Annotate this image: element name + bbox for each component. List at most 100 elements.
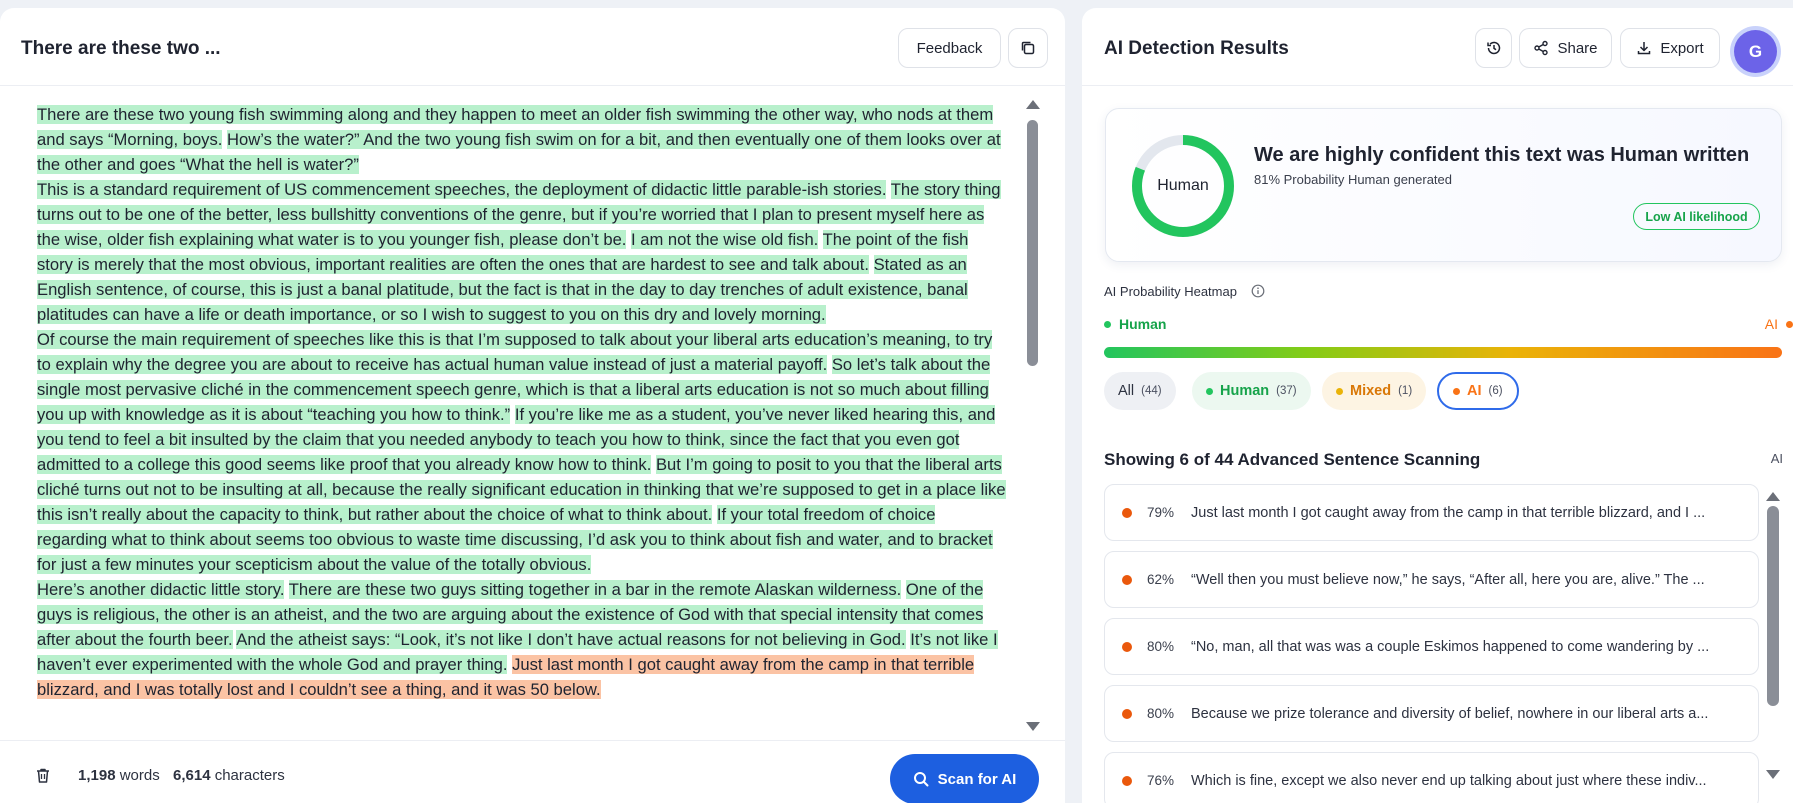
sentence-text: Just last month I got caught away from t… bbox=[1191, 504, 1706, 521]
filter-human-count: (37) bbox=[1276, 385, 1297, 397]
list-scroll-down-icon[interactable] bbox=[1766, 770, 1780, 779]
heatmap-bar bbox=[1104, 347, 1782, 358]
results-count-heading: Showing 6 of 44 Advanced Sentence Scanni… bbox=[1104, 450, 1481, 469]
word-count-value: 1,198 bbox=[78, 767, 116, 784]
sentence-text: Which is fine, except we also never end … bbox=[1191, 772, 1707, 789]
sentence-list: 79% Just last month I got caught away fr… bbox=[1104, 484, 1759, 803]
list-item[interactable]: 76% Which is fine, except we also never … bbox=[1104, 752, 1759, 803]
human-dot-icon bbox=[1206, 387, 1213, 395]
filter-ai-label: AI bbox=[1467, 383, 1482, 399]
confidence-card: Human We are highly confident this text … bbox=[1105, 108, 1782, 262]
heatmap-ai-label: AI bbox=[1764, 316, 1778, 332]
sentence-probability: 62% bbox=[1147, 572, 1175, 587]
heatmap-human-label: Human bbox=[1119, 316, 1167, 332]
filter-mixed-count: (1) bbox=[1398, 385, 1413, 397]
column-tag: AI bbox=[1770, 451, 1783, 466]
list-scroll-up-icon[interactable] bbox=[1766, 492, 1780, 501]
sentence-text: “Well then you must believe now,” he say… bbox=[1191, 571, 1705, 588]
word-count-label: words bbox=[119, 767, 160, 784]
export-button[interactable]: Export bbox=[1620, 28, 1720, 68]
heatmap-ai-legend: AI bbox=[1765, 316, 1793, 332]
human-sentence[interactable]: I am not the wise old fish. bbox=[631, 230, 819, 249]
delete-button[interactable] bbox=[35, 767, 51, 789]
character-count: 6,614 characters bbox=[173, 767, 285, 784]
ai-dot-icon bbox=[1122, 507, 1132, 518]
sentence-probability: 79% bbox=[1147, 505, 1175, 520]
copy-button[interactable] bbox=[1008, 28, 1048, 68]
human-sentence[interactable]: This is a standard requirement of US com… bbox=[37, 180, 887, 199]
trash-icon bbox=[37, 768, 49, 783]
word-count: 1,198 words bbox=[78, 767, 160, 784]
human-dot-icon bbox=[1104, 320, 1111, 328]
heatmap-title: AI Probability Heatmap bbox=[1104, 284, 1237, 299]
scroll-thumb[interactable] bbox=[1027, 120, 1038, 366]
filter-human[interactable]: Human (37) bbox=[1192, 372, 1311, 410]
filter-human-label: Human bbox=[1220, 383, 1270, 399]
filter-ai-count: (6) bbox=[1488, 385, 1503, 397]
avatar[interactable]: G bbox=[1734, 30, 1777, 73]
editor-header: There are these two ... Feedback bbox=[0, 8, 1065, 86]
human-sentence[interactable]: Here’s another didactic little story. bbox=[37, 580, 285, 599]
download-icon bbox=[1638, 42, 1651, 55]
editor-scrollbar[interactable] bbox=[1026, 98, 1040, 738]
results-header: AI Detection Results Share Export G bbox=[1082, 8, 1793, 86]
confidence-subline: 81% Probability Human generated bbox=[1254, 172, 1453, 187]
scroll-down-arrow-icon[interactable] bbox=[1026, 722, 1040, 731]
export-label: Export bbox=[1660, 39, 1704, 57]
likelihood-badge: Low AI likelihood bbox=[1633, 203, 1760, 230]
confidence-headline: We are highly confident this text was Hu… bbox=[1254, 144, 1750, 166]
editor-footer: 1,198 words 6,614 characters Scan for AI bbox=[0, 740, 1065, 803]
filter-ai[interactable]: AI (6) bbox=[1437, 372, 1519, 410]
text-paragraph: This is a standard requirement of US com… bbox=[37, 177, 1007, 327]
filter-all[interactable]: All (44) bbox=[1104, 372, 1176, 410]
share-icon bbox=[1534, 40, 1549, 56]
share-button[interactable]: Share bbox=[1519, 28, 1612, 68]
text-paragraph: Of course the main requirement of speech… bbox=[37, 327, 1007, 577]
list-item[interactable]: 80% “No, man, all that was was a couple … bbox=[1104, 618, 1759, 675]
donut-label: Human bbox=[1157, 177, 1209, 194]
sentence-gap bbox=[869, 255, 874, 274]
filter-mixed[interactable]: Mixed (1) bbox=[1322, 372, 1427, 410]
info-icon[interactable] bbox=[1251, 284, 1265, 303]
history-button[interactable] bbox=[1475, 28, 1512, 68]
scan-for-ai-button[interactable]: Scan for AI bbox=[890, 754, 1039, 803]
filter-all-count: (44) bbox=[1141, 385, 1162, 397]
results-panel: AI Detection Results Share Export G Huma… bbox=[1082, 8, 1793, 803]
filter-all-label: All bbox=[1118, 383, 1135, 399]
ai-dot-icon bbox=[1122, 708, 1132, 719]
history-icon bbox=[1486, 41, 1500, 55]
sentence-gap bbox=[818, 230, 822, 249]
text-paragraph: There are these two young fish swimming … bbox=[37, 102, 1007, 177]
ai-dot-icon bbox=[1122, 641, 1132, 652]
document-title: There are these two ... bbox=[21, 38, 221, 59]
human-sentence[interactable]: And the atheist says: “Look, it’s not li… bbox=[236, 630, 906, 649]
human-sentence[interactable]: There are these two guys sitting togethe… bbox=[288, 580, 902, 599]
editor-panel: There are these two ... Feedback There a… bbox=[0, 8, 1065, 803]
character-count-label: characters bbox=[214, 767, 285, 784]
sentence-text: “No, man, all that was was a couple Eski… bbox=[1191, 638, 1710, 655]
filter-mixed-label: Mixed bbox=[1350, 383, 1392, 399]
results-title: AI Detection Results bbox=[1104, 38, 1289, 59]
ai-dot-icon bbox=[1122, 574, 1132, 585]
feedback-button[interactable]: Feedback bbox=[898, 28, 1001, 68]
ai-dot-icon bbox=[1786, 320, 1793, 328]
feedback-label: Feedback bbox=[916, 39, 983, 57]
copy-icon bbox=[1021, 41, 1035, 55]
mixed-dot-icon bbox=[1336, 387, 1343, 395]
scroll-up-arrow-icon[interactable] bbox=[1026, 100, 1040, 109]
text-paragraph: Here’s another didactic little story. Th… bbox=[37, 577, 1007, 702]
list-item[interactable]: 62% “Well then you must believe now,” he… bbox=[1104, 551, 1759, 608]
share-label: Share bbox=[1557, 39, 1598, 57]
character-count-value: 6,614 bbox=[173, 767, 211, 784]
sentence-text: Because we prize tolerance and diversity… bbox=[1191, 705, 1709, 722]
analyzed-text[interactable]: There are these two young fish swimming … bbox=[37, 102, 1007, 732]
sentence-probability: 80% bbox=[1147, 639, 1175, 654]
sentence-probability: 80% bbox=[1147, 706, 1175, 721]
sentence-probability: 76% bbox=[1147, 773, 1175, 788]
list-item[interactable]: 80% Because we prize tolerance and diver… bbox=[1104, 685, 1759, 742]
list-scroll-thumb[interactable] bbox=[1767, 506, 1779, 706]
search-icon bbox=[913, 772, 929, 787]
ai-dot-icon bbox=[1453, 387, 1460, 395]
scan-label: Scan for AI bbox=[937, 770, 1017, 788]
list-item[interactable]: 79% Just last month I got caught away fr… bbox=[1104, 484, 1759, 541]
